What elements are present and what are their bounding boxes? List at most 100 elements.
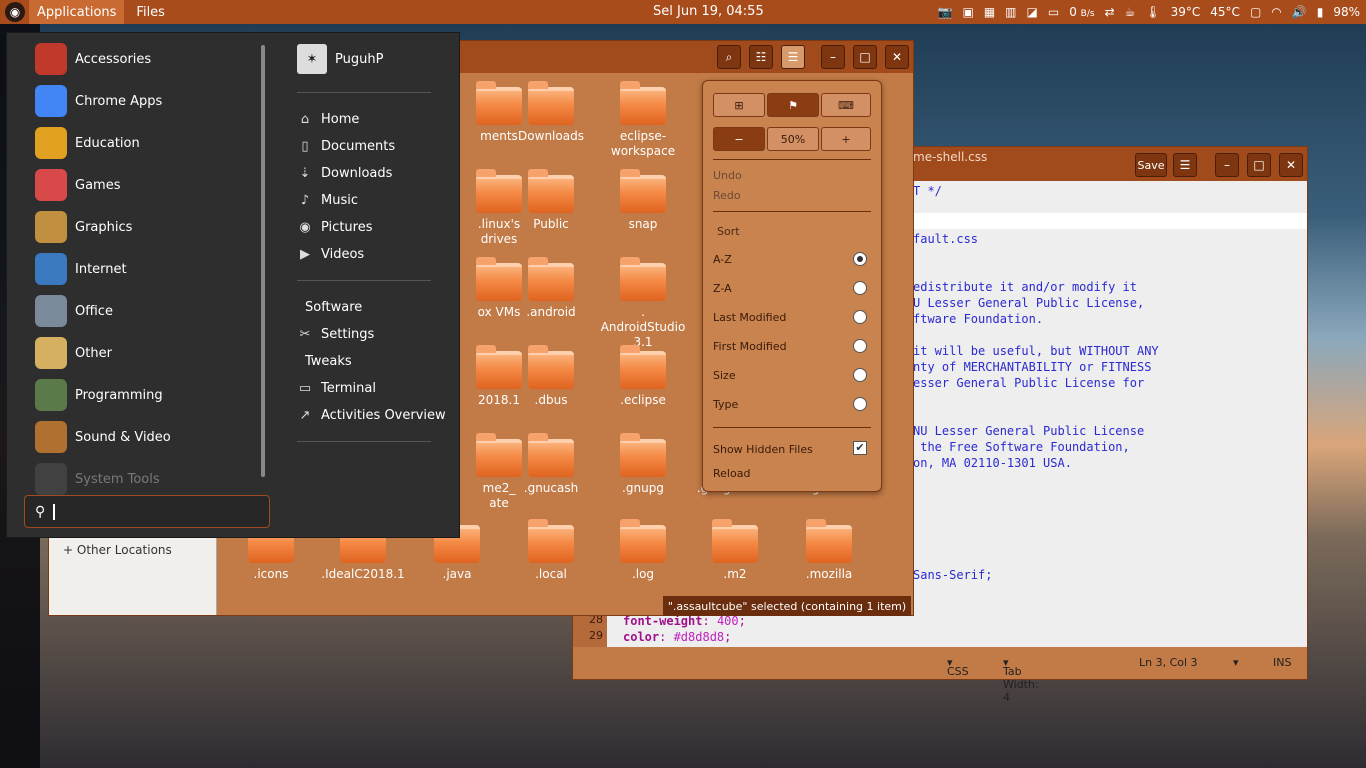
sort-option[interactable]: Size	[713, 369, 736, 382]
editor-title: me-shell.css	[913, 150, 988, 164]
menu-category[interactable]: Other	[35, 337, 112, 369]
other-locations[interactable]: + Other Locations	[63, 543, 172, 557]
sort-radio[interactable]	[853, 368, 867, 382]
sort-option[interactable]: Z-A	[713, 282, 732, 295]
sort-option[interactable]: Last Modified	[713, 311, 786, 324]
save-button[interactable]: Save	[1135, 153, 1167, 177]
minimize-icon[interactable]: –	[821, 45, 845, 69]
show-hidden-label[interactable]: Show Hidden Files	[713, 443, 813, 456]
coffee-icon[interactable]: ☕	[1125, 5, 1136, 19]
search-icon[interactable]: ⌕	[717, 45, 741, 69]
cpu-icon[interactable]: ▦	[984, 5, 995, 19]
folder-item[interactable]: .eclipse	[597, 345, 689, 408]
memory-icon[interactable]: ▥	[1005, 5, 1016, 19]
battery-icon[interactable]: ▮	[1317, 5, 1324, 19]
new-folder-icon[interactable]: ⊞	[713, 93, 765, 117]
language-selector[interactable]: CSS ▾	[947, 656, 969, 678]
menu-category[interactable]: Programming	[35, 379, 163, 411]
menu-category[interactable]: Education	[35, 127, 140, 159]
place-item[interactable]: ◉ Pictures	[297, 217, 372, 237]
place-item[interactable]: ⌂ Home	[297, 109, 360, 129]
maximize-icon[interactable]: □	[1247, 153, 1271, 177]
sort-option[interactable]: First Modified	[713, 340, 787, 353]
user-item[interactable]: ✶ PuguhP	[297, 44, 383, 74]
ubuntu-logo-icon[interactable]: ◉	[5, 2, 25, 22]
app-item[interactable]: ✂ Settings	[297, 324, 375, 344]
reload-item[interactable]: Reload	[713, 467, 750, 480]
sort-option[interactable]: Type	[713, 398, 738, 411]
applications-menu-button[interactable]: Applications	[29, 0, 125, 24]
menu-icon[interactable]: ☰	[781, 45, 805, 69]
menu-category[interactable]: Internet	[35, 253, 127, 285]
position-dropdown-icon[interactable]: ▾	[1233, 656, 1239, 669]
view-list-icon[interactable]: ☷	[749, 45, 773, 69]
menu-category[interactable]: Chrome Apps	[35, 85, 162, 117]
open-terminal-icon[interactable]: ⌨	[821, 93, 871, 117]
clock[interactable]: Sel Jun 19, 04:55	[653, 4, 764, 19]
place-item[interactable]: ▯ Documents	[297, 136, 395, 156]
folder-item[interactable]: .m2	[689, 519, 781, 582]
folder-label: . AndroidStudio 3.1	[600, 305, 686, 349]
zoom-level[interactable]: 50%	[767, 127, 819, 151]
scrollbar[interactable]	[261, 45, 265, 477]
network-transfer-icon[interactable]: ⇄	[1105, 5, 1115, 19]
folder-item[interactable]: .gnupg	[597, 433, 689, 496]
show-hidden-checkbox[interactable]: ✔	[853, 441, 867, 455]
folder-icon	[712, 519, 758, 563]
folder-item[interactable]: .android	[505, 257, 597, 320]
editor-menu-icon[interactable]: ☰	[1173, 153, 1197, 177]
menu-category[interactable]: System Tools	[35, 463, 160, 495]
camera-icon[interactable]: 📷	[938, 5, 953, 19]
sort-option[interactable]: A-Z	[713, 253, 732, 266]
place-item[interactable]: ♪ Music	[297, 190, 358, 210]
menu-category[interactable]: Office	[35, 295, 113, 327]
sort-radio[interactable]	[853, 252, 867, 266]
minimize-icon[interactable]: –	[1215, 153, 1239, 177]
app-item[interactable]: Software	[297, 297, 362, 317]
folder-label: .java	[442, 567, 472, 581]
sort-radio[interactable]	[853, 339, 867, 353]
indicator-icon[interactable]: ◪	[1027, 5, 1038, 19]
files-app-button[interactable]: Files	[136, 5, 165, 20]
folder-item[interactable]: .local	[505, 519, 597, 582]
zoom-in-icon[interactable]: +	[821, 127, 871, 151]
bookmark-icon[interactable]: ⚑	[767, 93, 819, 117]
folder-item[interactable]: snap	[597, 169, 689, 232]
sort-radio[interactable]	[853, 310, 867, 324]
volume-icon[interactable]: 🔊	[1292, 5, 1307, 19]
zoom-out-icon[interactable]: −	[713, 127, 765, 151]
folder-item[interactable]: .dbus	[505, 345, 597, 408]
close-icon[interactable]: ✕	[885, 45, 909, 69]
folder-item[interactable]: .mozilla	[783, 519, 875, 582]
app-item[interactable]: Tweaks	[297, 351, 352, 371]
monitor-icon[interactable]: ▭	[1048, 5, 1059, 19]
sort-radio[interactable]	[853, 281, 867, 295]
search-field[interactable]: ⚲	[24, 495, 270, 528]
tab-width-selector[interactable]: Tab Width: 4 ▾	[1003, 656, 1039, 704]
close-icon[interactable]: ✕	[1279, 153, 1303, 177]
menu-category[interactable]: Accessories	[35, 43, 151, 75]
folder-item[interactable]: eclipse- workspace	[597, 81, 689, 159]
folder-item[interactable]: .gnucash	[505, 433, 597, 496]
system-tray: 📷 ▣ ▦ ▥ ◪ ▭ 0 B/s ⇄ ☕ 🌡 39°C 45°C ▢ ◠ 🔊 …	[938, 0, 1360, 24]
folder-item[interactable]: . AndroidStudio 3.1	[597, 257, 689, 350]
folder-item[interactable]: .log	[597, 519, 689, 582]
cursor-position[interactable]: Ln 3, Col 3	[1139, 656, 1198, 669]
app-item[interactable]: ↗ Activities Overview	[297, 405, 446, 425]
place-item[interactable]: ▶ Videos	[297, 244, 364, 264]
menu-category[interactable]: Sound & Video	[35, 421, 171, 453]
wifi-icon[interactable]: ◠	[1271, 5, 1281, 19]
app-item[interactable]: ▭ Terminal	[297, 378, 376, 398]
clipboard-icon[interactable]: ▣	[962, 5, 973, 19]
display-icon[interactable]: ▢	[1250, 5, 1261, 19]
menu-category[interactable]: Graphics	[35, 211, 132, 243]
maximize-icon[interactable]: □	[853, 45, 877, 69]
folder-label: .IdealC2018.1	[321, 567, 405, 581]
sort-radio[interactable]	[853, 397, 867, 411]
menu-category[interactable]: Games	[35, 169, 120, 201]
redo-item[interactable]: Redo	[713, 189, 741, 202]
folder-item[interactable]: Public	[505, 169, 597, 232]
folder-item[interactable]: Downloads	[505, 81, 597, 144]
place-item[interactable]: ⇣ Downloads	[297, 163, 393, 183]
undo-item[interactable]: Undo	[713, 169, 742, 182]
